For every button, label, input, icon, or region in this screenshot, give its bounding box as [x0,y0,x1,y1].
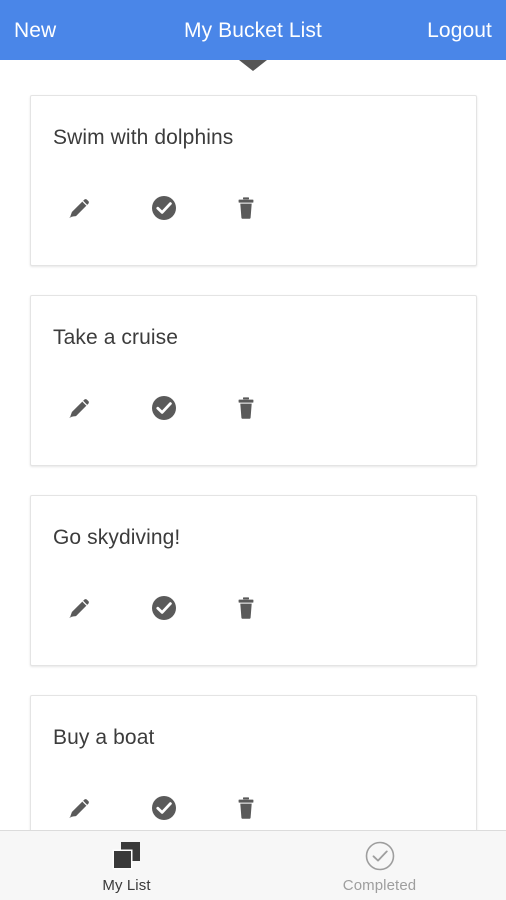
check-circle-glyph [152,396,176,420]
nav-item-completed[interactable]: Completed [253,831,506,900]
app-header: New My Bucket List Logout [0,0,506,60]
check-circle-icon [364,839,396,873]
item-title: Swim with dolphins [53,126,234,149]
complete-button[interactable] [142,586,186,630]
delete-button[interactable] [224,386,268,430]
complete-button[interactable] [142,186,186,230]
trash-glyph [238,597,254,619]
delete-button[interactable] [224,786,268,830]
item-actions [31,786,476,830]
edit-button[interactable] [57,186,101,230]
item-title: Take a cruise [53,326,179,349]
nav-item-my-list[interactable]: My List [0,831,253,900]
item-actions [31,386,476,436]
bucket-list-item[interactable]: Buy a boat [30,695,477,830]
edit-button[interactable] [57,786,101,830]
item-actions [31,186,476,236]
item-title: Go skydiving! [53,526,181,549]
complete-button[interactable] [142,386,186,430]
bucket-list-item[interactable]: Go skydiving! [30,495,477,666]
item-title: Buy a boat [53,726,155,749]
complete-button[interactable] [142,786,186,830]
edit-button[interactable] [57,386,101,430]
trash-glyph [238,397,254,419]
nav-label-completed: Completed [342,876,417,894]
trash-glyph [238,197,254,219]
bucket-list-item[interactable]: Swim with dolphins [30,95,477,266]
pencil-glyph [69,199,89,218]
bucket-list-item[interactable]: Take a cruise [30,295,477,466]
check-circle-glyph [152,796,176,820]
pencil-glyph [69,399,89,418]
check-circle-glyph [152,196,176,220]
edit-button[interactable] [57,586,101,630]
logout-button[interactable]: Logout [427,20,492,41]
bottom-navigation: My List Completed [0,830,506,900]
new-button[interactable]: New [14,20,56,41]
pencil-glyph [69,799,89,818]
chevron-down-icon [239,60,267,71]
delete-button[interactable] [224,586,268,630]
item-actions [31,586,476,636]
trash-glyph [238,797,254,819]
app-root: New My Bucket List Logout Swim with dolp… [0,0,506,900]
delete-button[interactable] [224,186,268,230]
nav-label-my-list: My List [102,876,151,894]
pencil-glyph [69,599,89,618]
layers-icon [111,839,143,873]
check-circle-glyph [152,596,176,620]
bucket-list[interactable]: Swim with dolphins Take a cruise Go skyd… [0,60,506,830]
